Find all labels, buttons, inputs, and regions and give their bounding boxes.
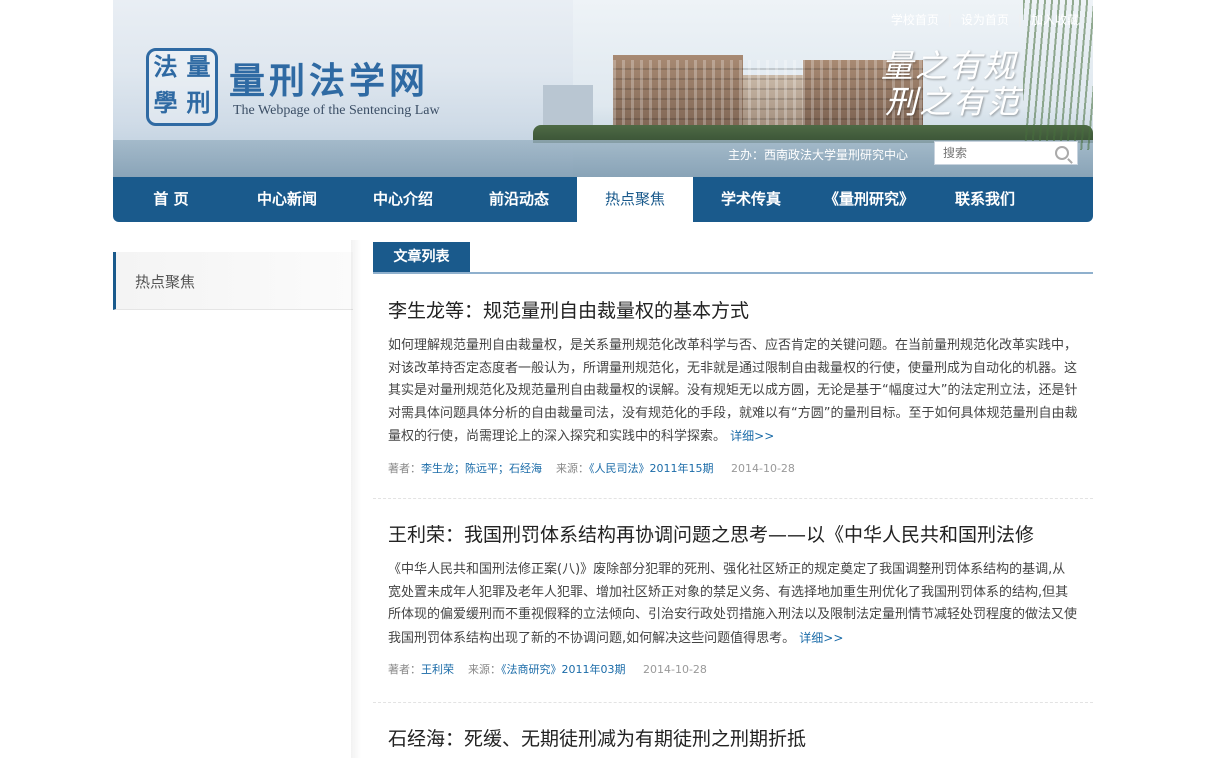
column-divider [351, 240, 361, 758]
source-link[interactable]: 《法商研究》2011年03期 [501, 663, 626, 676]
author-links[interactable]: 李生龙；陈远平；石经海 [421, 462, 542, 475]
article-summary: 《中华人民共和国刑法修正案(八)》废除部分犯罪的死刑、强化社区矫正的规定奠定了我… [388, 559, 1078, 650]
article-summary: 如何理解规范量刑自由裁量权，是关系量刑规范化改革科学与否、应否肯定的关键问题。在… [388, 335, 1078, 449]
list-item: 李生龙等：规范量刑自由裁量权的基本方式 如何理解规范量刑自由裁量权，是关系量刑规… [373, 274, 1093, 499]
read-more-link[interactable]: 详细>> [730, 429, 774, 443]
article-title[interactable]: 李生龙等：规范量刑自由裁量权的基本方式 [388, 274, 1078, 323]
source-label: 来源： [468, 663, 501, 677]
sidebar-item-label: 热点聚焦 [135, 273, 196, 291]
list-tab-bar: 文章列表 [373, 240, 1093, 274]
author-label: 著者： [388, 663, 421, 677]
article-meta: 著者：王利荣 来源：《法商研究》2011年03期 2014-10-28 [388, 661, 1078, 677]
article-list: 文章列表 李生龙等：规范量刑自由裁量权的基本方式 如何理解规范量刑自由裁量权，是… [373, 240, 1093, 751]
article-title[interactable]: 王利荣：我国刑罚体系结构再协调问题之思考——以《中华人民共和国刑法修 [388, 499, 1078, 547]
sidebar-item-hot-topics[interactable]: 热点聚焦 [113, 252, 353, 310]
author-links[interactable]: 王利荣 [421, 663, 454, 676]
list-item: 石经海：死缓、无期徒刑减为有期徒刑之刑期折抵 [373, 703, 1093, 751]
content-area: 热点聚焦 文章列表 李生龙等：规范量刑自由裁量权的基本方式 如何理解规范量刑自由… [113, 0, 1093, 758]
publish-date: 2014-10-28 [730, 461, 795, 475]
article-meta: 著者：李生龙；陈远平；石经海 来源：《人民司法》2011年15期 2014-10… [388, 460, 1078, 476]
summary-text: 《中华人民共和国刑法修正案(八)》废除部分犯罪的死刑、强化社区矫正的规定奠定了我… [388, 562, 1078, 646]
source-label: 来源： [556, 461, 589, 475]
read-more-link[interactable]: 详细>> [799, 631, 843, 645]
tab-article-list[interactable]: 文章列表 [373, 242, 470, 272]
source-link[interactable]: 《人民司法》2011年15期 [589, 462, 714, 475]
list-item: 王利荣：我国刑罚体系结构再协调问题之思考——以《中华人民共和国刑法修 《中华人民… [373, 499, 1093, 703]
publish-date: 2014-10-28 [642, 663, 707, 677]
author-label: 著者： [388, 461, 421, 475]
article-title[interactable]: 石经海：死缓、无期徒刑减为有期徒刑之刑期折抵 [388, 703, 1078, 751]
